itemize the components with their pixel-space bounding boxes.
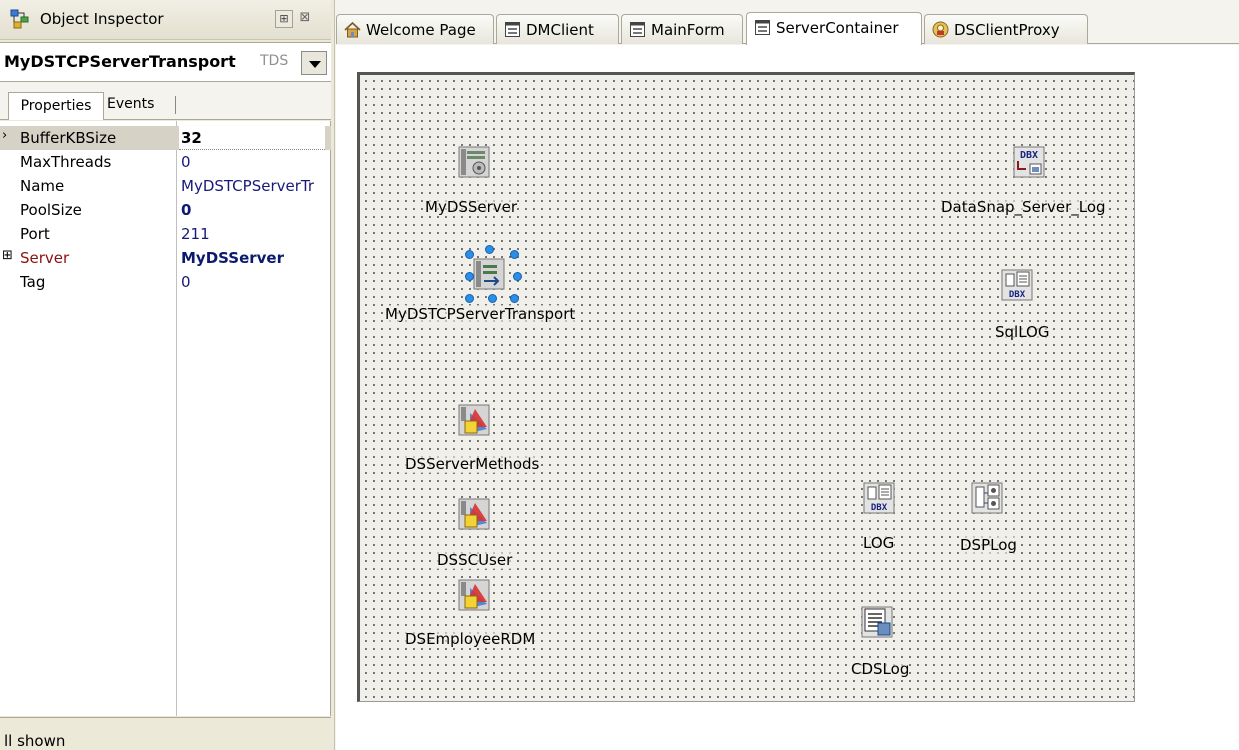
property-name: Server [20, 249, 70, 267]
property-name: MaxThreads [20, 153, 112, 171]
selection-handle[interactable] [465, 294, 474, 303]
tab-label: ServerContainer [776, 19, 899, 37]
component-label: DataSnap_Server_Log [941, 198, 1106, 216]
tab-properties[interactable]: Properties [8, 92, 104, 120]
component-label: MyDSServer [425, 198, 518, 216]
object-inspector-icon [10, 9, 29, 29]
object-inspector-panel: Object Inspector ⊞ ⊠ MyDSTCPServerTransp… [0, 0, 331, 750]
tab-label: DMClient [526, 21, 594, 39]
property-value[interactable]: 0 [181, 273, 327, 291]
tab-welcome-page[interactable]: Welcome Page [336, 14, 494, 44]
selection-handle[interactable] [485, 245, 494, 254]
tab-label: DSClientProxy [954, 21, 1060, 39]
server-class-icon[interactable] [457, 497, 491, 531]
panel-splitter[interactable] [331, 0, 335, 750]
property-row-port[interactable]: Port 211 [0, 222, 331, 246]
dbx-query-icon[interactable]: DBX [1000, 268, 1034, 302]
object-selector-combo[interactable]: MyDSTCPServerTransport TDS [0, 42, 331, 82]
component-label: CDSLog [851, 660, 910, 678]
form-icon [505, 22, 520, 37]
selection-handle[interactable] [465, 250, 474, 259]
inspector-status-bar: ll shown [0, 717, 331, 750]
tab-servercontainer[interactable]: ServerContainer [746, 12, 922, 45]
tab-dmclient[interactable]: DMClient [496, 14, 619, 44]
property-name: PoolSize [20, 201, 82, 219]
selection-handle[interactable] [510, 250, 519, 259]
property-row-maxthreads[interactable]: MaxThreads 0 [0, 150, 331, 174]
tab-events[interactable]: Events [107, 96, 154, 112]
property-name: Name [20, 177, 65, 195]
property-row-tag[interactable]: Tag 0 [0, 270, 331, 294]
dbx-connection-icon[interactable]: DBX [1012, 145, 1046, 179]
client-dataset-icon[interactable] [860, 605, 894, 639]
property-row-name[interactable]: Name MyDSTCPServerTr [0, 174, 331, 198]
property-grid: › BufferKBSize 32 MaxThreads 0 Name MyDS… [0, 121, 331, 716]
component-label: DSEmployeeRDM [405, 630, 536, 648]
object-inspector-titlebar[interactable]: Object Inspector ⊞ ⊠ [0, 0, 331, 40]
component-label: SqlLOG [995, 323, 1050, 341]
property-name: Port [20, 225, 50, 243]
inspector-tabs: Properties Events [0, 82, 331, 120]
component-label: MyDSTCPServerTransport [385, 305, 576, 323]
component-label: DSSCUser [437, 551, 513, 569]
property-name: BufferKBSize [20, 129, 117, 147]
form-icon [630, 22, 645, 37]
dbx-query-icon[interactable]: DBX [862, 481, 896, 515]
combo-dropdown-button[interactable] [301, 51, 327, 75]
pin-icon[interactable]: ⊞ [275, 10, 293, 28]
component-label: DSPLog [960, 536, 1017, 554]
status-text: ll shown [4, 732, 66, 750]
tab-label: MainForm [651, 21, 725, 39]
transport-component-icon[interactable] [472, 257, 506, 291]
property-value[interactable]: 0 [181, 153, 327, 171]
property-value[interactable]: MyDSServer [181, 249, 327, 267]
component-label: LOG [863, 534, 895, 552]
property-value[interactable]: 0 [181, 201, 327, 219]
property-value[interactable]: 211 [181, 225, 327, 243]
dataset-provider-icon[interactable] [970, 481, 1004, 515]
property-row-bufferkbsize[interactable]: › BufferKBSize 32 [0, 126, 331, 150]
component-label: DSServerMethods [405, 455, 540, 473]
property-value[interactable]: MyDSTCPServerTr [181, 177, 327, 195]
selected-object-class: TDS [260, 53, 289, 69]
form-icon [755, 20, 770, 35]
tab-label: Welcome Page [366, 21, 476, 39]
selection-handle[interactable] [513, 272, 522, 281]
dbx-icon-text: DBX [1020, 150, 1038, 161]
object-inspector-title: Object Inspector [40, 10, 164, 28]
selected-object-name: MyDSTCPServerTransport [4, 52, 236, 71]
selection-handle[interactable] [488, 294, 497, 303]
close-icon[interactable]: ⊠ [296, 10, 314, 28]
editor-tab-bar: Welcome Page DMClient MainForm ServerCon… [336, 0, 1239, 45]
server-component-icon[interactable] [457, 145, 491, 179]
property-row-poolsize[interactable]: PoolSize 0 [0, 198, 331, 222]
server-class-icon[interactable] [457, 403, 491, 437]
chevron-down-icon [309, 61, 321, 68]
selection-handle[interactable] [510, 294, 519, 303]
server-class-icon[interactable] [457, 578, 491, 612]
selection-handle[interactable] [465, 272, 474, 281]
unit-icon [932, 21, 949, 38]
tab-separator [175, 96, 176, 114]
dbx-icon-text: DBX [1009, 290, 1026, 300]
property-row-server[interactable]: ⊞ Server MyDSServer [0, 246, 331, 270]
property-name: Tag [20, 273, 46, 291]
home-icon [344, 21, 361, 38]
row-pointer-icon: › [2, 128, 8, 143]
property-value-input[interactable]: 32 [179, 126, 325, 150]
dbx-icon-text: DBX [871, 503, 888, 513]
expand-icon[interactable]: ⊞ [2, 248, 13, 263]
tab-dsclientproxy[interactable]: DSClientProxy [924, 14, 1088, 44]
tab-mainform[interactable]: MainForm [621, 14, 743, 44]
